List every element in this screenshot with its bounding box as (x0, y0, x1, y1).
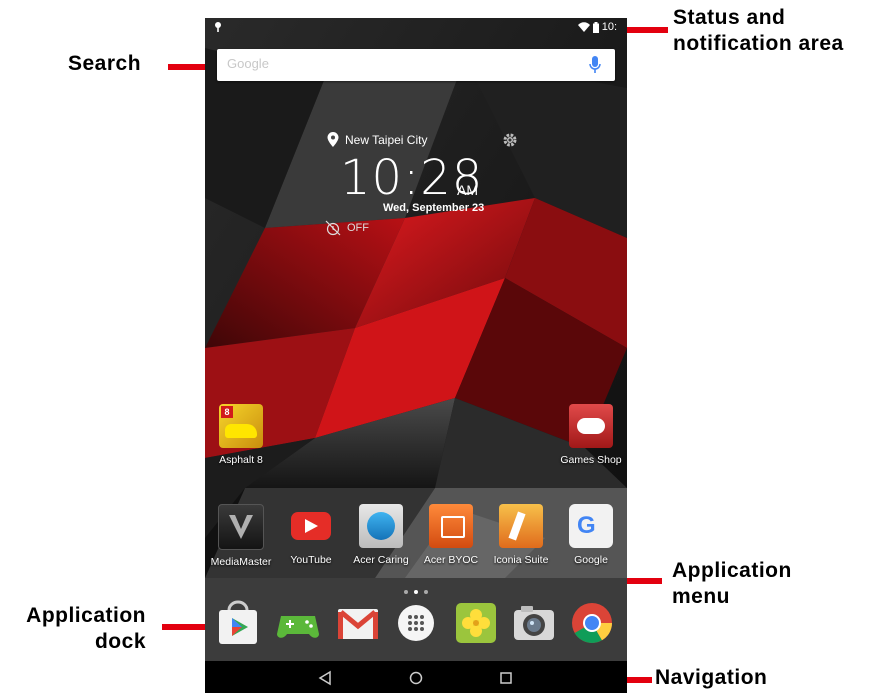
pen-shape (508, 511, 526, 541)
app-mediamaster[interactable]: MediaMaster (209, 504, 273, 568)
iconia-suite-icon (499, 504, 543, 548)
gear-icon[interactable] (502, 132, 518, 148)
play-icon (305, 519, 318, 533)
status-icons: 10: (577, 21, 617, 33)
callout-app-dock-line2: dock (94, 630, 146, 653)
recent-apps-icon[interactable] (497, 669, 515, 687)
mediamaster-logo-icon (229, 515, 253, 539)
app-label: MediaMaster (210, 556, 272, 568)
play-store-icon[interactable] (215, 600, 261, 646)
photo-frame-shape (441, 516, 465, 538)
play-games-icon[interactable] (275, 600, 321, 646)
app-label: Google (574, 554, 608, 566)
home-icon[interactable] (407, 669, 425, 687)
location-notification-icon (215, 22, 221, 32)
acer-caring-circle (367, 512, 395, 540)
app-label: Asphalt 8 (219, 454, 263, 466)
camera-icon[interactable] (511, 600, 557, 646)
app-label: Acer BYOC (423, 554, 479, 566)
clock-date: Wed, September 23 (383, 202, 485, 214)
callout-status-line2: notification area (673, 32, 844, 55)
battery-icon (592, 21, 599, 33)
microphone-icon[interactable] (589, 56, 601, 74)
app-acer-byoc[interactable]: Acer BYOC (419, 504, 483, 566)
google-logo: Google (227, 56, 269, 71)
alarm-clock-icon (325, 220, 341, 236)
app-asphalt-8[interactable]: 8 Asphalt 8 (209, 404, 273, 466)
callout-app-menu: Application menu (672, 558, 792, 610)
google-search-bar[interactable]: Google (217, 49, 615, 81)
callout-app-menu-line2: menu (672, 585, 731, 608)
app-drawer-button[interactable] (393, 600, 439, 646)
back-icon[interactable] (316, 669, 334, 687)
location-pin-icon (327, 132, 339, 147)
google-folder-icon: G (569, 504, 613, 548)
asphalt-8-icon: 8 (219, 404, 263, 448)
app-youtube[interactable]: YouTube (279, 504, 343, 566)
gmail-icon[interactable] (335, 600, 381, 646)
app-label: Games Shop (560, 454, 622, 466)
alarm-status: OFF (347, 222, 369, 234)
callout-app-dock-line1: Application (26, 604, 146, 627)
acer-byoc-icon (429, 504, 473, 548)
callout-search: Search (68, 52, 142, 75)
status-time: 10: (601, 21, 617, 33)
gamepad-shape (577, 418, 605, 434)
youtube-icon (289, 504, 333, 548)
mediamaster-icon (218, 504, 264, 550)
gallery-icon[interactable] (453, 600, 499, 646)
games-shop-icon (569, 404, 613, 448)
asphalt-8-badge: 8 (221, 406, 233, 418)
app-acer-caring[interactable]: Acer Caring (349, 504, 413, 566)
app-label: Iconia Suite (493, 554, 549, 566)
callout-navigation: Navigation (655, 666, 768, 689)
app-google[interactable]: G Google (559, 504, 623, 566)
alarm-row[interactable]: OFF (325, 220, 369, 236)
tablet-screen: 10: Google New Taipei City 10:28 AM Wed,… (205, 18, 627, 693)
page-indicator (404, 590, 428, 594)
app-label: YouTube (290, 554, 332, 566)
callout-app-menu-line1: Application (672, 559, 792, 582)
clock-widget[interactable]: New Taipei City 10:28 AM Wed, September … (205, 130, 627, 240)
application-dock (205, 598, 627, 656)
wifi-icon (577, 22, 590, 32)
clock-ampm: AM (457, 182, 478, 198)
navigation-bar (205, 661, 627, 693)
callout-status-line1: Status and (673, 6, 786, 29)
callout-status-area: Status and notification area (673, 5, 844, 57)
app-games-shop[interactable]: Games Shop (559, 404, 623, 466)
status-bar: 10: (205, 18, 627, 40)
callout-app-dock: Application dock (6, 603, 146, 655)
car-shape (225, 424, 257, 438)
app-label: Acer Caring (353, 554, 409, 566)
location-name: New Taipei City (345, 132, 428, 147)
google-g-glyph: G (577, 512, 596, 539)
chrome-icon[interactable] (569, 600, 615, 646)
app-iconia-suite[interactable]: Iconia Suite (489, 504, 553, 566)
acer-caring-icon (359, 504, 403, 548)
location-row: New Taipei City (327, 132, 427, 147)
